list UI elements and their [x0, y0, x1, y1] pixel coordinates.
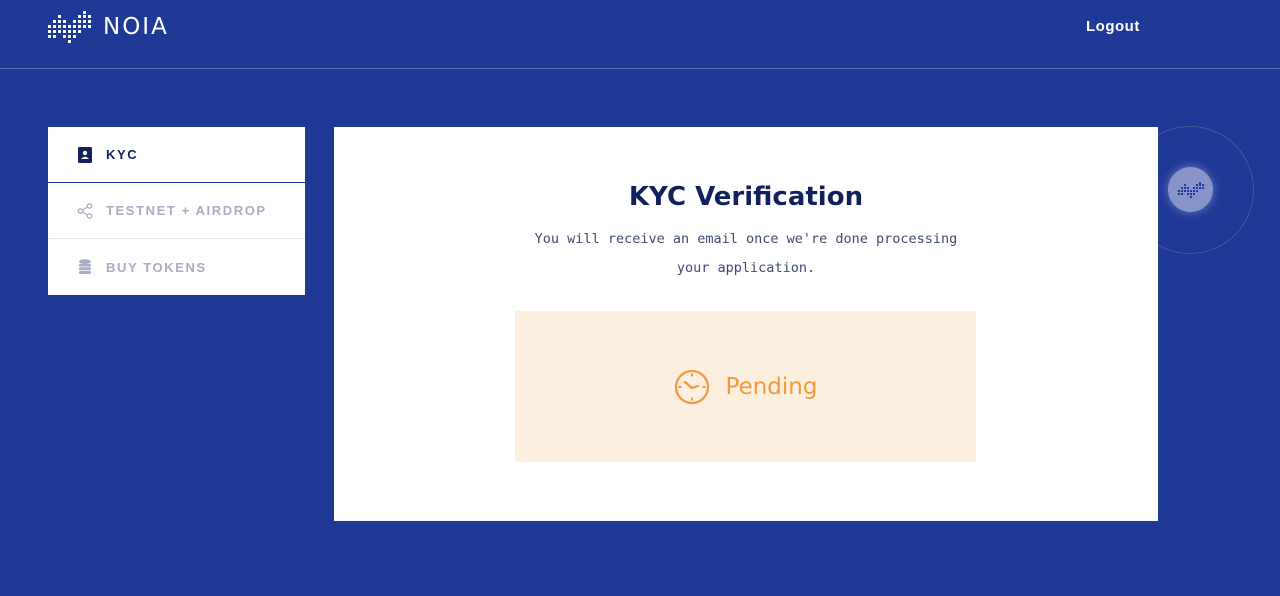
sidebar-item-testnet-airdrop[interactable]: TESTNET + AIRDROP: [48, 183, 305, 239]
sidebar-nav: KYC TESTNET + AIRDROP BUY TOKENS: [48, 127, 305, 295]
brand-logo[interactable]: NOIA: [48, 11, 169, 43]
kyc-verification-card: KYC Verification You will receive an ema…: [334, 127, 1158, 521]
sidebar-item-kyc[interactable]: KYC: [48, 127, 305, 183]
noia-dots-icon: [1177, 181, 1204, 198]
kyc-status-panel: Pending: [515, 311, 976, 462]
kyc-status-label: Pending: [725, 373, 818, 400]
sidebar-item-label: BUY TOKENS: [106, 259, 207, 275]
coin-stack-icon: [76, 258, 94, 276]
brand-name: NOIA: [103, 14, 169, 40]
sidebar-item-buy-tokens[interactable]: BUY TOKENS: [48, 239, 305, 295]
sidebar-item-label: KYC: [106, 147, 139, 162]
top-navbar: NOIA Logout: [0, 0, 1280, 69]
sidebar-item-label: TESTNET + AIRDROP: [106, 203, 267, 218]
noia-dots-logo-icon: [48, 11, 91, 43]
kyc-description: You will receive an email once we're don…: [534, 231, 958, 276]
id-card-icon: [76, 146, 94, 164]
share-nodes-icon: [76, 202, 94, 220]
logout-button[interactable]: Logout: [1086, 18, 1140, 35]
clock-icon: [674, 369, 709, 404]
page-title: KYC Verification: [628, 182, 864, 212]
floating-noia-button[interactable]: [1168, 167, 1213, 212]
